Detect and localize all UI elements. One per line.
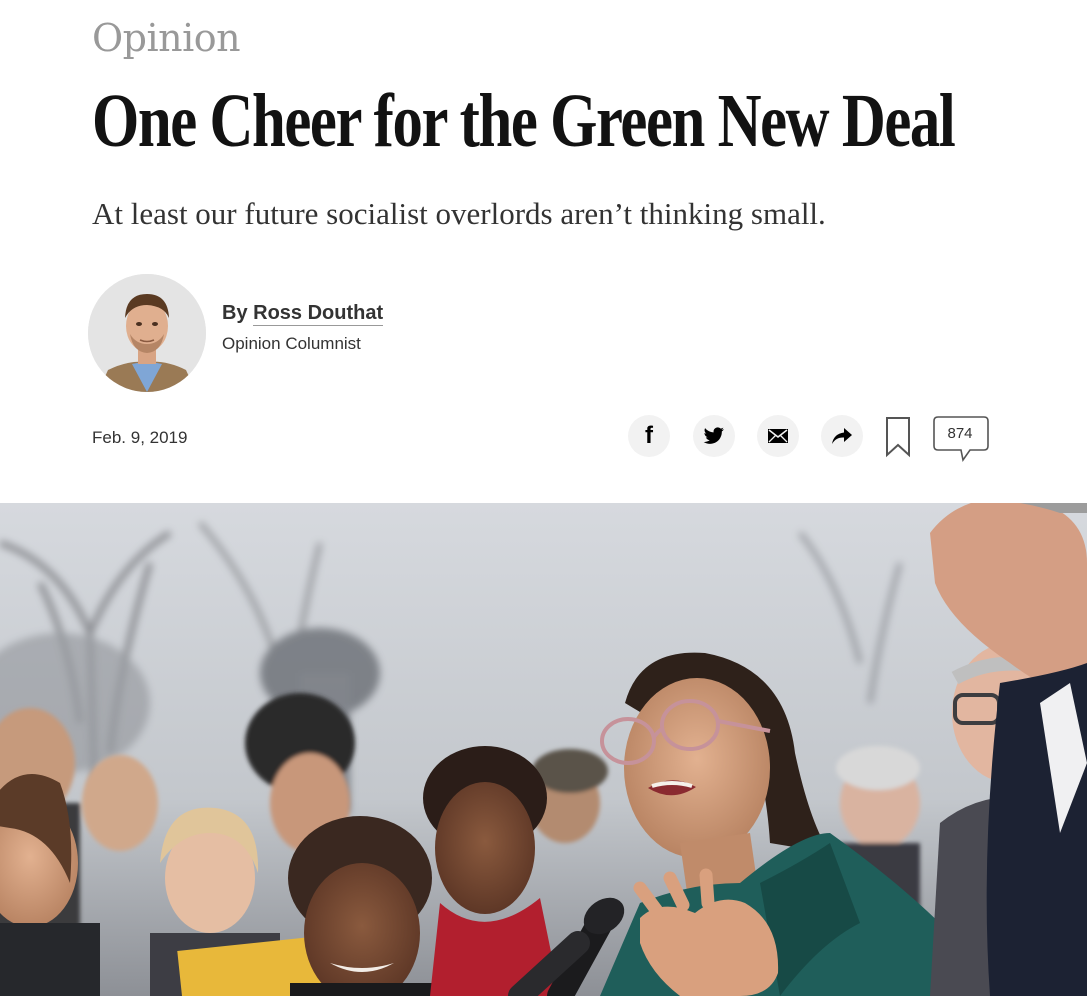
byline-prefix: By (222, 302, 254, 324)
author-role: Opinion Columnist (222, 334, 361, 353)
share-email-button[interactable] (757, 415, 799, 457)
hero-image (0, 503, 1087, 996)
article-summary: At least our future socialist overlords … (92, 196, 826, 231)
author-link[interactable]: Ross Douthat (253, 302, 384, 326)
share-more-button[interactable] (821, 415, 863, 457)
twitter-icon (703, 427, 724, 444)
author-portrait-image (88, 274, 206, 392)
article-hero-photo[interactable] (0, 503, 1087, 996)
share-facebook-button[interactable]: f (628, 415, 670, 457)
article-page: Opinion One Cheer for the Green New Deal… (0, 0, 1087, 996)
section-kicker-opinion[interactable]: Opinion (92, 16, 241, 60)
comment-count: 874 (947, 425, 973, 442)
email-icon (768, 429, 788, 443)
save-bookmark-button[interactable] (885, 416, 911, 458)
comments-button[interactable]: 874 (933, 416, 989, 462)
share-twitter-button[interactable] (693, 415, 735, 457)
article-headline: One Cheer for the Green New Deal (92, 79, 956, 163)
bookmark-icon (886, 417, 910, 458)
byline: By Ross Douthat (222, 302, 384, 326)
publish-date: Feb. 9, 2019 (92, 428, 188, 447)
facebook-icon: f (645, 422, 653, 449)
author-avatar (88, 274, 206, 392)
share-arrow-icon (832, 428, 852, 444)
